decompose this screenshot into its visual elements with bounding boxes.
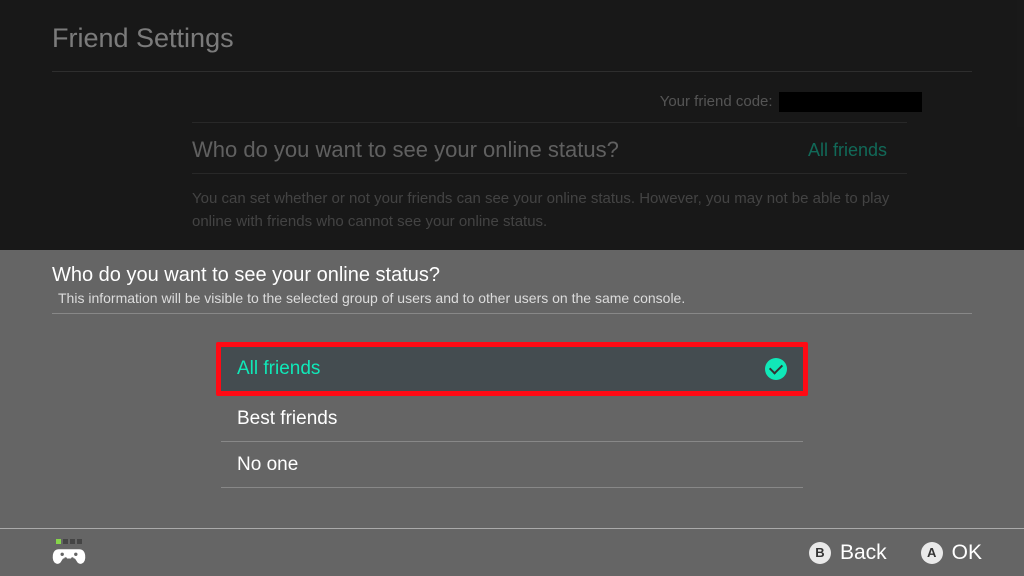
battery-indicator-icon xyxy=(56,539,82,544)
check-icon xyxy=(765,358,787,380)
status-visibility-dialog: Who do you want to see your online statu… xyxy=(0,250,1024,528)
bottom-bar: B Back A OK xyxy=(0,528,1024,576)
options-list: All friends Best friends No one xyxy=(221,342,803,488)
b-button-icon: B xyxy=(809,542,831,564)
ok-action[interactable]: A OK xyxy=(921,541,982,565)
option-best-friends[interactable]: Best friends xyxy=(221,396,803,442)
ok-label: OK xyxy=(952,541,982,565)
action-hints: B Back A OK xyxy=(809,541,982,565)
option-label: No one xyxy=(237,454,298,476)
option-no-one[interactable]: No one xyxy=(221,442,803,488)
dialog-title: Who do you want to see your online statu… xyxy=(52,264,972,287)
option-label: Best friends xyxy=(237,408,337,430)
option-label: All friends xyxy=(237,358,320,380)
controller-status xyxy=(52,539,86,566)
option-all-friends[interactable]: All friends xyxy=(216,342,808,396)
back-action[interactable]: B Back xyxy=(809,541,887,565)
dialog-subtitle: This information will be visible to the … xyxy=(52,290,972,306)
dim-overlay xyxy=(0,0,1024,250)
dialog-header: Who do you want to see your online statu… xyxy=(0,250,1024,313)
back-label: Back xyxy=(840,541,887,565)
controller-icon xyxy=(52,546,86,566)
a-button-icon: A xyxy=(921,542,943,564)
divider xyxy=(52,313,972,314)
